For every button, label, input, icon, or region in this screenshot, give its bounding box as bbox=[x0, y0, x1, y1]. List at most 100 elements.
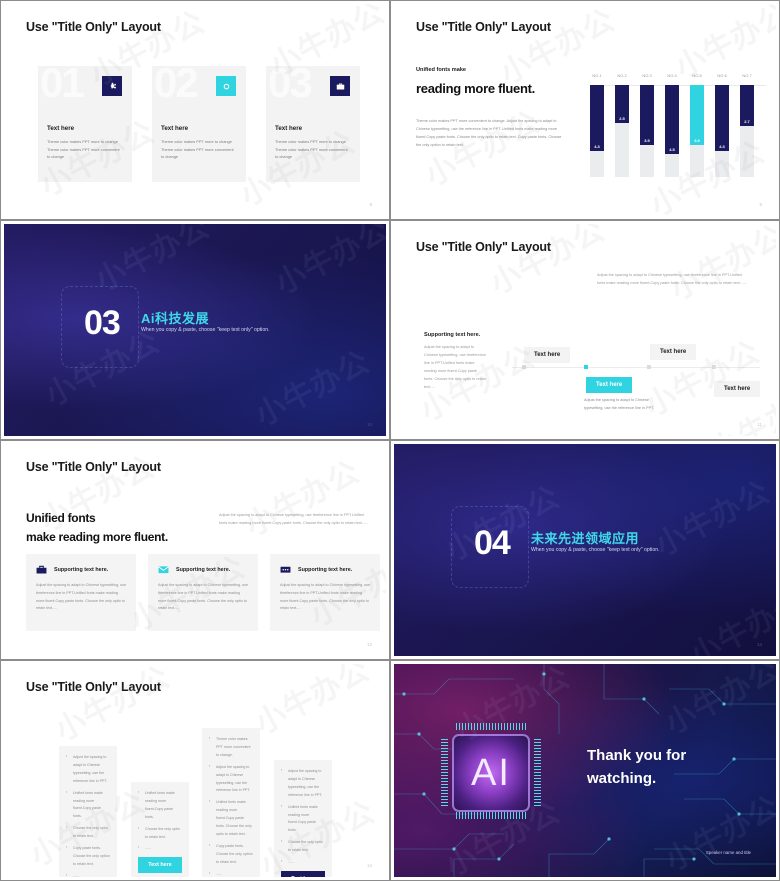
page-number: 14 bbox=[366, 863, 372, 868]
text-here-button[interactable]: Text here bbox=[281, 870, 325, 877]
timeline-chip[interactable]: Text here bbox=[524, 347, 571, 363]
timeline-node[interactable] bbox=[647, 365, 651, 369]
body-text: Theme color makes PPT more convenient to… bbox=[416, 119, 562, 147]
timeline-axis bbox=[512, 367, 760, 368]
page-number: 8 bbox=[369, 202, 372, 207]
bar-fill: 4.3 bbox=[590, 85, 604, 151]
slide-thumbnail-8[interactable]: AI Thank you for watching. Speaker name … bbox=[390, 660, 780, 881]
slide-thumbnail-1[interactable]: Use "Title Only" Layout 01 Text here The… bbox=[0, 0, 390, 220]
bullet-item: Adjust the spacing to adapt to Chinese t… bbox=[281, 767, 325, 800]
card-text: Theme color makes PPT more to change The… bbox=[161, 139, 234, 159]
speaker-name: Speaker name and title bbox=[705, 850, 751, 855]
text-here-button[interactable]: Text here bbox=[138, 857, 182, 874]
timeline-chip-active[interactable]: Text here bbox=[586, 377, 633, 393]
slide-thumbnail-6[interactable]: 04 未来先进领域应用 When you copy & paste, choos… bbox=[390, 440, 780, 660]
bar-fill: 4.5 bbox=[665, 85, 679, 154]
kicker-text: Unified fonts make bbox=[416, 67, 467, 73]
bar-category-label: NO.2 bbox=[617, 73, 627, 78]
bar-group: NO.3 3.9 bbox=[640, 73, 654, 177]
slide-thumbnail-3[interactable]: 03 Ai科技发展 When you copy & paste, choose … bbox=[0, 220, 390, 440]
page-number: 11 bbox=[757, 422, 762, 427]
big-heading: reading more fluent. bbox=[416, 81, 535, 96]
side-note: Adjust the spacing to adapt to Chinese t… bbox=[219, 513, 369, 525]
bar-track: 4.3 bbox=[715, 85, 729, 177]
timeline-node[interactable] bbox=[522, 365, 526, 369]
feature-card[interactable]: 01 Text here Theme color makes PPT more … bbox=[38, 62, 132, 182]
timeline-node[interactable] bbox=[712, 365, 716, 369]
gear-icon bbox=[216, 76, 236, 96]
page-title: Use "Title Only" Layout bbox=[26, 680, 161, 694]
bullet-column: Unified fonts make reading more fluent.C… bbox=[131, 782, 189, 877]
bullet-item: Choose the only optio to retain text. bbox=[281, 838, 325, 855]
bar-category-label: NO.6 bbox=[717, 73, 727, 78]
page-number: 12 bbox=[366, 642, 372, 647]
bullet-item: Theme color makes PPT more convenient to… bbox=[209, 735, 253, 760]
bar-group: NO.7 2.7 bbox=[740, 73, 754, 177]
bar-group: NO.1 4.3 bbox=[590, 73, 604, 177]
card-number: 03 bbox=[268, 59, 313, 106]
card-text: Theme color makes PPT more to change The… bbox=[47, 139, 120, 159]
timeline-chip[interactable]: Text here bbox=[650, 344, 697, 360]
server-icon bbox=[280, 565, 291, 574]
card-text: Adjust the spacing to adapt to Chinese t… bbox=[36, 583, 126, 611]
support-card[interactable]: Supporting text here. Adjust the spacing… bbox=[26, 554, 136, 631]
bullet-item: Unified fonts make reading more fluent.C… bbox=[66, 789, 110, 822]
slide-thumbnail-grid: Use "Title Only" Layout 01 Text here The… bbox=[0, 0, 780, 881]
card-body: Text here Theme color makes PPT more to … bbox=[275, 125, 351, 160]
section-title: Ai科技发展 bbox=[141, 311, 210, 326]
briefcase-icon bbox=[330, 76, 350, 96]
bar-group: NO.5 3.9 bbox=[690, 73, 704, 177]
bullet-item: Adjust the spacing to adapt to Chinese t… bbox=[209, 763, 253, 796]
top-note: Adjust the spacing to adapt to Chinese t… bbox=[597, 273, 748, 285]
slide-thumbnail-7[interactable]: Use "Title Only" Layout Adjust the spaci… bbox=[0, 660, 390, 881]
timeline-node-active[interactable] bbox=[584, 365, 588, 369]
ai-chip: AI bbox=[452, 734, 530, 812]
timeline-note: Adjust the spacing to adapt to Chinese t… bbox=[584, 398, 655, 411]
bar-fill: 3.9 bbox=[690, 85, 704, 145]
card-heading: Supporting text here. bbox=[176, 566, 231, 573]
text-block: Unified fonts make reading more fluent. … bbox=[416, 67, 566, 150]
bullet-item: Adjust the spacing to adapt to Chinese t… bbox=[66, 753, 110, 786]
bar-value-label: 4.3 bbox=[719, 143, 725, 149]
card-body: Text here Theme color makes PPT more to … bbox=[161, 125, 237, 160]
page-title: Use "Title Only" Layout bbox=[26, 460, 161, 474]
support-card[interactable]: Supporting text here. Adjust the spacing… bbox=[270, 554, 380, 631]
feature-card[interactable]: 02 Text here Theme color makes PPT more … bbox=[152, 62, 246, 182]
section-title: 未来先进领域应用 bbox=[531, 531, 640, 546]
bullet-item-ellipsis: ...... bbox=[209, 870, 253, 877]
bullet-item: Copy paste fonts. Choose the only option… bbox=[66, 844, 110, 869]
slide-thumbnail-2[interactable]: Use "Title Only" Layout Unified fonts ma… bbox=[390, 0, 780, 220]
bullet-item: Unified fonts make reading more fluent.C… bbox=[281, 803, 325, 836]
bullet-item: Unified fonts make reading more fluent.C… bbox=[138, 789, 182, 822]
card-number: 01 bbox=[40, 59, 85, 106]
heading-line-1: Unified fonts bbox=[26, 511, 96, 525]
toolbox-icon bbox=[36, 565, 47, 574]
bullet-column: Adjust the spacing to adapt to Chinese t… bbox=[59, 746, 117, 877]
bar-value-label: 3.9 bbox=[694, 137, 700, 143]
bar-value-label: 3.9 bbox=[644, 137, 650, 143]
bar-group: NO.6 4.3 bbox=[715, 73, 729, 177]
heading-line-2: make reading more fluent. bbox=[26, 529, 168, 544]
slide-thumbnail-4[interactable]: Use "Title Only" Layout Adjust the spaci… bbox=[390, 220, 780, 440]
page-number: 13 bbox=[756, 642, 762, 647]
support-card[interactable]: Supporting text here. Adjust the spacing… bbox=[148, 554, 258, 631]
chip-pins-top bbox=[456, 723, 526, 730]
bar-category-label: NO.5 bbox=[692, 73, 702, 78]
bar-category-label: NO.3 bbox=[642, 73, 652, 78]
feature-card[interactable]: 03 Text here Theme color makes PPT more … bbox=[266, 62, 360, 182]
timeline-chip[interactable]: Text here bbox=[714, 381, 761, 397]
bar-fill: 2.7 bbox=[740, 85, 754, 127]
chart-bars: NO.1 4.3 NO.2 2.5 NO.3 3.9 NO.4 4.5 NO.5 3.9 NO.6 4… bbox=[590, 73, 754, 177]
card-number: 02 bbox=[154, 59, 199, 106]
chip-pins-right bbox=[534, 739, 541, 807]
bar-track: 3.9 bbox=[690, 85, 704, 177]
section-subtitle: When you copy & paste, choose "keep text… bbox=[141, 327, 270, 333]
bar-category-label: NO.1 bbox=[592, 73, 602, 78]
page-title: Use "Title Only" Layout bbox=[26, 20, 161, 34]
card-text: Adjust the spacing to adapt to Chinese t… bbox=[280, 583, 370, 611]
bar-group: NO.4 4.5 bbox=[665, 73, 679, 177]
thanks-line-1: Thank you for bbox=[587, 747, 687, 764]
lead-block: Supporting text here. Adjust the spacing… bbox=[424, 332, 486, 392]
slide-thumbnail-5[interactable]: Use "Title Only" Layout Unified fonts ma… bbox=[0, 440, 390, 660]
card-text: Theme color makes PPT more to change The… bbox=[275, 139, 348, 159]
